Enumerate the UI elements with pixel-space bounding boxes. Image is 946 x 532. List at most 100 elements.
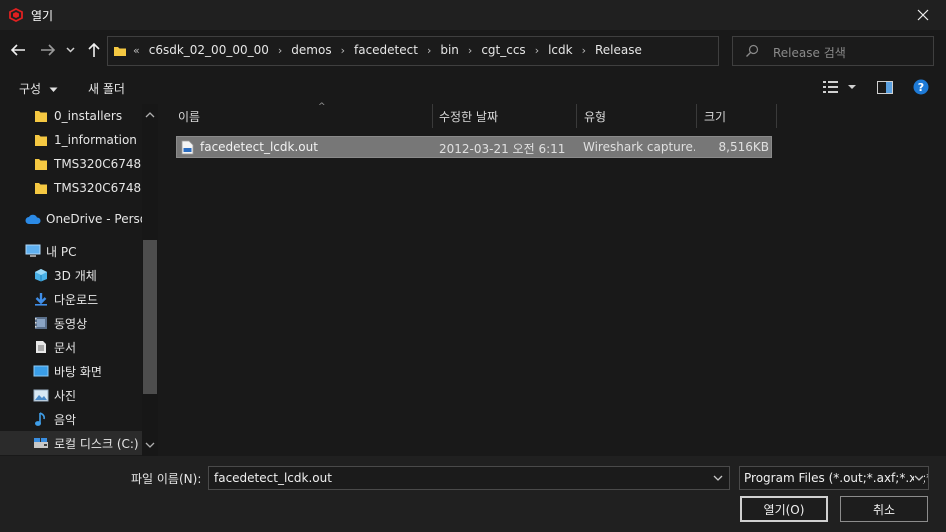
sidebar-item-pictures[interactable]: 사진 xyxy=(0,383,142,407)
folder-icon xyxy=(33,132,49,148)
dialog-footer: 파일 이름(N): facedetect_lcdk.out Program Fi… xyxy=(0,456,946,532)
sidebar-item-label: 동영상 xyxy=(54,316,88,331)
recent-locations-button[interactable] xyxy=(63,39,77,61)
breadcrumb-item[interactable]: lcdk xyxy=(542,43,579,57)
file-name: facedetect_lcdk.out xyxy=(200,140,318,154)
sidebar-scrollbar[interactable] xyxy=(142,104,158,456)
address-bar[interactable]: « c6sdk_02_00_00_00 › demos › facedetect… xyxy=(107,36,811,66)
new-folder-button[interactable]: 새 폴더 xyxy=(88,80,125,97)
breadcrumb-separator[interactable]: › xyxy=(465,44,475,57)
sort-ascending-icon: ^ xyxy=(318,102,326,112)
cube-icon xyxy=(33,267,49,283)
sidebar-item-desktop[interactable]: 바탕 화면 xyxy=(0,359,142,383)
sidebar-item-1-information[interactable]: 1_information xyxy=(0,128,142,152)
search-input[interactable]: Release 검색 xyxy=(732,36,934,66)
sidebar-item-local-disk[interactable]: 로컬 디스크 (C:) xyxy=(0,431,142,455)
breadcrumb-item[interactable]: facedetect xyxy=(348,43,424,57)
sidebar-item-label: OneDrive - Persor xyxy=(46,212,142,226)
sidebar-item-label: 로컬 디스크 (C:) xyxy=(54,436,139,451)
column-header-label: 크기 xyxy=(704,109,727,124)
svg-text:?: ? xyxy=(918,81,924,94)
preview-pane-icon[interactable] xyxy=(877,81,893,94)
navigation-pane: 0_installers 1_information TMS320C6748 T… xyxy=(0,104,158,456)
sidebar-item-0-installers[interactable]: 0_installers xyxy=(0,104,142,128)
breadcrumb-separator[interactable]: › xyxy=(338,44,348,57)
sidebar-item-onedrive[interactable]: OneDrive - Persor xyxy=(0,207,142,231)
folder-icon xyxy=(33,108,49,124)
column-header-label: 수정한 날짜 xyxy=(439,109,499,124)
table-row[interactable]: facedetect_lcdk.out 2012-03-21 오전 6:11 W… xyxy=(176,136,772,158)
breadcrumb-separator[interactable]: › xyxy=(424,44,434,57)
details-view-icon xyxy=(823,81,856,93)
sidebar-item-this-pc[interactable]: 내 PC xyxy=(0,239,142,263)
sidebar-item-label: 문서 xyxy=(54,340,77,355)
file-icon xyxy=(181,140,194,155)
cloud-icon xyxy=(25,211,41,227)
cancel-button[interactable]: 취소 xyxy=(840,496,928,522)
drive-icon xyxy=(33,435,49,451)
breadcrumb-separator[interactable]: › xyxy=(532,44,542,57)
column-divider[interactable] xyxy=(776,104,777,128)
window-title: 열기 xyxy=(31,9,54,23)
filename-value: facedetect_lcdk.out xyxy=(214,471,332,485)
folder-icon xyxy=(114,47,126,56)
chevron-down-icon xyxy=(65,47,75,53)
app-icon xyxy=(9,8,23,22)
scrollbar-thumb[interactable] xyxy=(143,240,157,394)
sidebar-item-label: 음악 xyxy=(54,412,77,427)
column-divider[interactable] xyxy=(432,104,433,128)
column-header-label: 이름 xyxy=(178,109,201,124)
sidebar-item-tms320c6748[interactable]: TMS320C6748 xyxy=(0,152,142,176)
file-list: 이름 ^ 수정한 날짜 유형 크기 facedetect_lcdk.out 20… xyxy=(158,102,946,456)
breadcrumb-overflow[interactable]: « xyxy=(130,44,143,57)
file-type-select[interactable]: Program Files (*.out;*.axf;*.x*;* xyxy=(739,466,929,490)
sidebar-item-label: 3D 개체 xyxy=(54,268,97,283)
music-icon xyxy=(33,411,49,427)
computer-icon xyxy=(25,243,41,259)
help-icon[interactable]: ? xyxy=(913,79,929,95)
sidebar-item-tms320c6748-2[interactable]: TMS320C6748 xyxy=(0,176,142,200)
view-options-button[interactable] xyxy=(822,80,862,97)
column-divider[interactable] xyxy=(576,104,577,128)
search-placeholder: Release 검색 xyxy=(773,46,846,60)
desktop-icon xyxy=(33,363,49,379)
breadcrumb-item[interactable]: cgt_ccs xyxy=(475,43,531,57)
sidebar-item-documents[interactable]: 문서 xyxy=(0,335,142,359)
sidebar-item-label: 내 PC xyxy=(46,244,77,259)
document-icon xyxy=(33,339,49,355)
chevron-down-icon[interactable] xyxy=(713,473,723,483)
breadcrumb-separator[interactable]: › xyxy=(275,44,285,57)
sidebar-item-videos[interactable]: 동영상 xyxy=(0,311,142,335)
folder-icon xyxy=(33,156,49,172)
sidebar-item-label: 사진 xyxy=(54,388,77,403)
scroll-up-icon[interactable] xyxy=(145,110,155,120)
sidebar-item-3d-objects[interactable]: 3D 개체 xyxy=(0,263,142,287)
column-header-size[interactable]: 크기 xyxy=(704,104,774,128)
file-type: Wireshark capture... xyxy=(583,140,695,154)
organize-button[interactable]: 구성 xyxy=(19,80,58,97)
column-header-type[interactable]: 유형 xyxy=(584,104,694,128)
breadcrumb-item[interactable]: c6sdk_02_00_00_00 xyxy=(143,43,275,57)
up-button[interactable] xyxy=(84,39,104,61)
back-button[interactable] xyxy=(8,39,28,61)
breadcrumb-separator[interactable]: › xyxy=(579,44,589,57)
sidebar-item-music[interactable]: 음악 xyxy=(0,407,142,431)
scroll-down-icon[interactable] xyxy=(145,440,155,450)
breadcrumb: « c6sdk_02_00_00_00 › demos › facedetect… xyxy=(130,43,648,57)
breadcrumb-item[interactable]: demos xyxy=(285,43,337,57)
forward-arrow-icon xyxy=(41,44,56,56)
search-icon xyxy=(746,44,759,57)
file-type-value: Program Files (*.out;*.axf;*.x*;* xyxy=(744,471,929,485)
sidebar-item-label: 바탕 화면 xyxy=(54,364,102,379)
column-header-label: 유형 xyxy=(584,109,607,124)
column-header-name[interactable]: 이름 ^ xyxy=(178,102,432,128)
sidebar-item-downloads[interactable]: 다운로드 xyxy=(0,287,142,311)
breadcrumb-item[interactable]: bin xyxy=(434,43,465,57)
close-button[interactable] xyxy=(900,0,946,30)
forward-button[interactable] xyxy=(38,39,58,61)
breadcrumb-item[interactable]: Release xyxy=(589,43,648,57)
open-button[interactable]: 열기(O) xyxy=(740,496,828,522)
column-header-date[interactable]: 수정한 날짜 xyxy=(439,104,575,128)
filename-field[interactable]: facedetect_lcdk.out xyxy=(208,466,730,490)
column-divider[interactable] xyxy=(696,104,697,128)
